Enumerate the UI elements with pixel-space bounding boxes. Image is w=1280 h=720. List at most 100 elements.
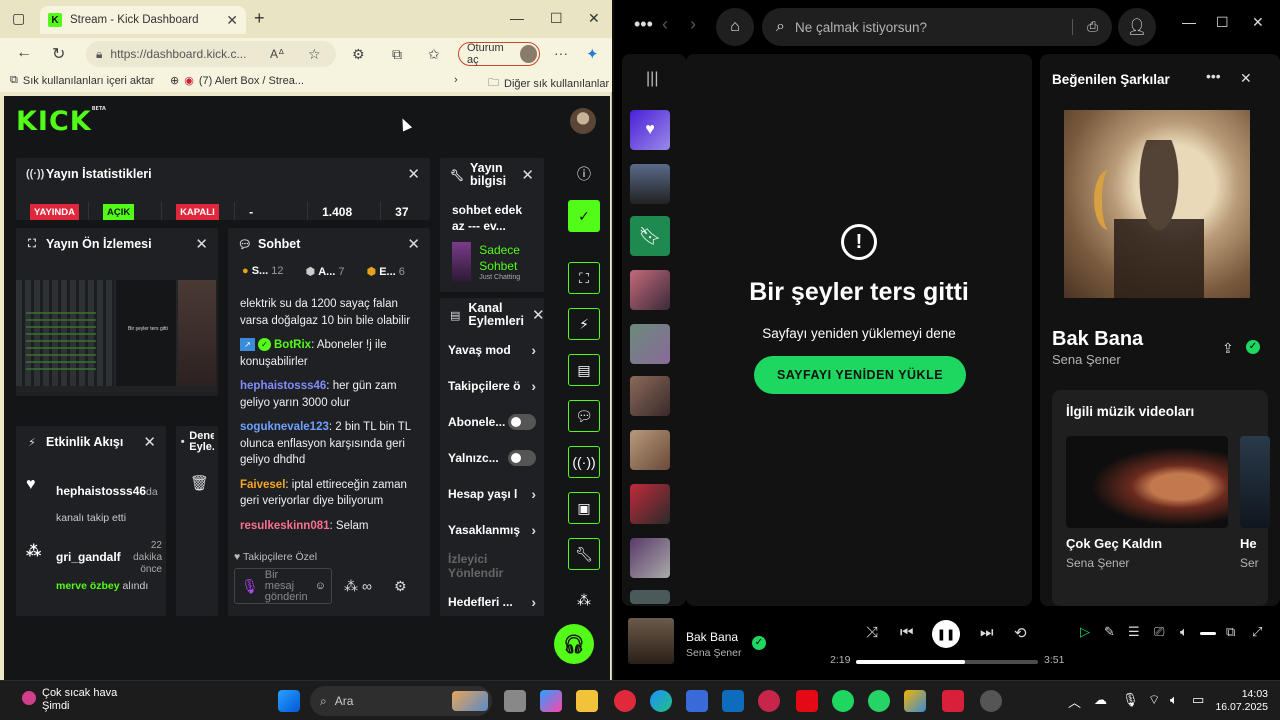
- copilot-app-icon[interactable]: [540, 690, 562, 712]
- action-banned-words[interactable]: Yasaklanmış ›: [440, 512, 544, 548]
- video-artist[interactable]: Sena Şener: [1066, 556, 1129, 570]
- chat-tab-a[interactable]: ⬢ A... 7: [306, 265, 345, 278]
- tray-mic-icon[interactable]: 🎙︎: [1122, 692, 1139, 708]
- video-thumbnail[interactable]: [1240, 436, 1270, 528]
- now-playing-title[interactable]: Bak Bana: [686, 630, 738, 644]
- task-view-icon[interactable]: [504, 690, 526, 712]
- library-item[interactable]: [630, 324, 670, 364]
- minimize-icon[interactable]: —: [1182, 14, 1196, 30]
- close-panel-icon[interactable]: ✕: [407, 165, 420, 183]
- document-icon[interactable]: ▤: [568, 354, 600, 386]
- chat-username[interactable]: BotRix: [274, 339, 311, 351]
- action-slow-mode[interactable]: Yavaş mod ›: [440, 332, 544, 368]
- tab-close-icon[interactable]: ✕: [226, 12, 238, 29]
- library-item[interactable]: [630, 430, 670, 470]
- song-artist[interactable]: Sena Şener: [1052, 352, 1121, 367]
- whatsapp-icon[interactable]: [868, 690, 890, 712]
- bookmark-alert-box[interactable]: ⊕ ◉ (7) Alert Box / Strea...: [170, 74, 304, 88]
- more-menu-icon[interactable]: ···: [554, 45, 568, 61]
- bookmark-other[interactable]: 🗀 Diğer sık kullanılanlar: [488, 74, 609, 93]
- chat-username[interactable]: hephaistosss46: [240, 380, 326, 392]
- volume-icon[interactable]: 🔈︎: [1180, 624, 1188, 640]
- connect-device-icon[interactable]: ⎚: [1154, 624, 1164, 640]
- minimize-icon[interactable]: —: [510, 10, 524, 26]
- stream-preview-video[interactable]: Bir şeyler ters gitti: [16, 280, 216, 392]
- microphone-icon[interactable]: 🎙︎: [241, 579, 259, 593]
- event-username[interactable]: hephaistosss46: [56, 484, 146, 498]
- chat-toggle-icon[interactable]: 💬︎: [568, 400, 600, 432]
- opera-icon[interactable]: [614, 690, 636, 712]
- close-panel-icon[interactable]: ✕: [195, 235, 208, 253]
- close-panel-icon[interactable]: ✕: [143, 433, 156, 451]
- maximize-icon[interactable]: ☐: [1216, 14, 1229, 31]
- tab-kick-dashboard[interactable]: K Stream - Kick Dashboard ✕: [40, 6, 246, 34]
- tab-actions-icon[interactable]: ▢: [12, 10, 25, 27]
- video-title[interactable]: Çok Geç Kaldın: [1066, 536, 1162, 551]
- now-playing-cover[interactable]: [628, 618, 674, 664]
- library-item[interactable]: [630, 484, 670, 524]
- wifi-icon[interactable]: ⌔: [1148, 692, 1160, 708]
- chat-input[interactable]: 🎙︎ Bir mesaj gönderin ☺: [234, 568, 332, 604]
- back-icon[interactable]: ‹: [662, 14, 668, 35]
- library-item[interactable]: [630, 270, 670, 310]
- now-playing-view-icon[interactable]: ▷: [1080, 624, 1090, 640]
- close-panel-icon[interactable]: ✕: [407, 235, 420, 253]
- wrench-toggle-icon[interactable]: 🔧︎: [568, 538, 600, 570]
- favorites-icon[interactable]: ✩: [428, 46, 440, 63]
- copilot-icon[interactable]: ✦: [586, 45, 599, 63]
- lyrics-icon[interactable]: ✎: [1104, 624, 1115, 640]
- users-icon[interactable]: ⁂: [344, 578, 358, 595]
- library-item[interactable]: [630, 538, 670, 578]
- tray-chevron-icon[interactable]: ︿: [1068, 692, 1081, 711]
- file-explorer-icon[interactable]: [576, 690, 598, 712]
- chat-username[interactable]: Faivesel: [240, 479, 285, 491]
- progress-bar[interactable]: [856, 660, 1038, 664]
- library-item[interactable]: [630, 590, 670, 604]
- outlook-icon[interactable]: [722, 690, 744, 712]
- extensions-icon[interactable]: ⚙: [352, 46, 365, 63]
- browse-icon[interactable]: ⎙: [1072, 19, 1098, 35]
- trash-icon[interactable]: 🗑︎: [190, 474, 209, 492]
- read-aloud-icon[interactable]: Aᐞ: [270, 47, 285, 61]
- infinity-icon[interactable]: ∞: [362, 578, 372, 595]
- menu-dots-icon[interactable]: •••: [634, 14, 653, 35]
- split-screen-icon[interactable]: ⧉: [392, 46, 402, 63]
- chat-tab-e[interactable]: ⬢ E... 6: [367, 265, 405, 278]
- close-sidebar-icon[interactable]: ✕: [1240, 70, 1252, 87]
- now-playing-artist[interactable]: Sena Şener: [686, 647, 741, 659]
- bookmark-import[interactable]: ⧉ Sık kullanılanları içeri aktar: [10, 74, 154, 87]
- speaker-icon[interactable]: 🔈︎: [1170, 692, 1178, 708]
- video-artist[interactable]: Ser: [1240, 556, 1259, 570]
- liked-songs-icon[interactable]: ♥: [630, 110, 670, 150]
- info-icon[interactable]: ⓘ: [568, 158, 600, 190]
- address-bar[interactable]: 🔒︎ https://dashboard.kick.c...: [86, 41, 336, 67]
- volume-slider[interactable]: [1200, 632, 1216, 635]
- saved-check-icon[interactable]: ✓: [1246, 340, 1260, 354]
- action-followers-only[interactable]: Takipçilere ö ›: [440, 368, 544, 404]
- window-close-icon[interactable]: ✕: [588, 10, 600, 27]
- event-from-user[interactable]: merve özbey: [56, 580, 120, 592]
- app-settings-icon[interactable]: [980, 690, 1002, 712]
- system-clock[interactable]: 14:03 16.07.2025: [1215, 688, 1268, 714]
- broadcast-toggle-icon[interactable]: ((·)): [568, 446, 600, 478]
- spotify-search-input[interactable]: ⌕ Ne çalmak istiyorsun? ⎙: [762, 8, 1112, 46]
- back-icon[interactable]: ←: [16, 44, 32, 62]
- lightning-toggle-icon[interactable]: ⚡︎: [568, 308, 600, 340]
- library-item[interactable]: [630, 376, 670, 416]
- pause-button[interactable]: ❚❚: [932, 620, 960, 648]
- chat-username[interactable]: soguknevale123: [240, 421, 329, 433]
- actions-toggle-icon[interactable]: ▣: [568, 492, 600, 524]
- preview-toggle-icon[interactable]: ⛶: [568, 262, 600, 294]
- close-panel-icon[interactable]: ✕: [521, 166, 534, 184]
- action-emotes-only[interactable]: Yalnızc...: [440, 440, 544, 476]
- app-red-icon[interactable]: [758, 690, 780, 712]
- refresh-icon[interactable]: ↻: [52, 44, 65, 64]
- repeat-icon[interactable]: ⟲: [1014, 624, 1027, 642]
- emoji-icon[interactable]: ☺: [315, 580, 326, 592]
- tray-cloud-icon[interactable]: ☁: [1094, 692, 1107, 708]
- chat-tab-s[interactable]: ● S... 12: [242, 265, 284, 277]
- forward-icon[interactable]: ›: [690, 14, 696, 35]
- users-rail-icon[interactable]: ⁂: [568, 584, 600, 616]
- shuffle-icon[interactable]: ⤨: [866, 624, 878, 641]
- bookmark-icon[interactable]: 🔖︎: [630, 216, 670, 256]
